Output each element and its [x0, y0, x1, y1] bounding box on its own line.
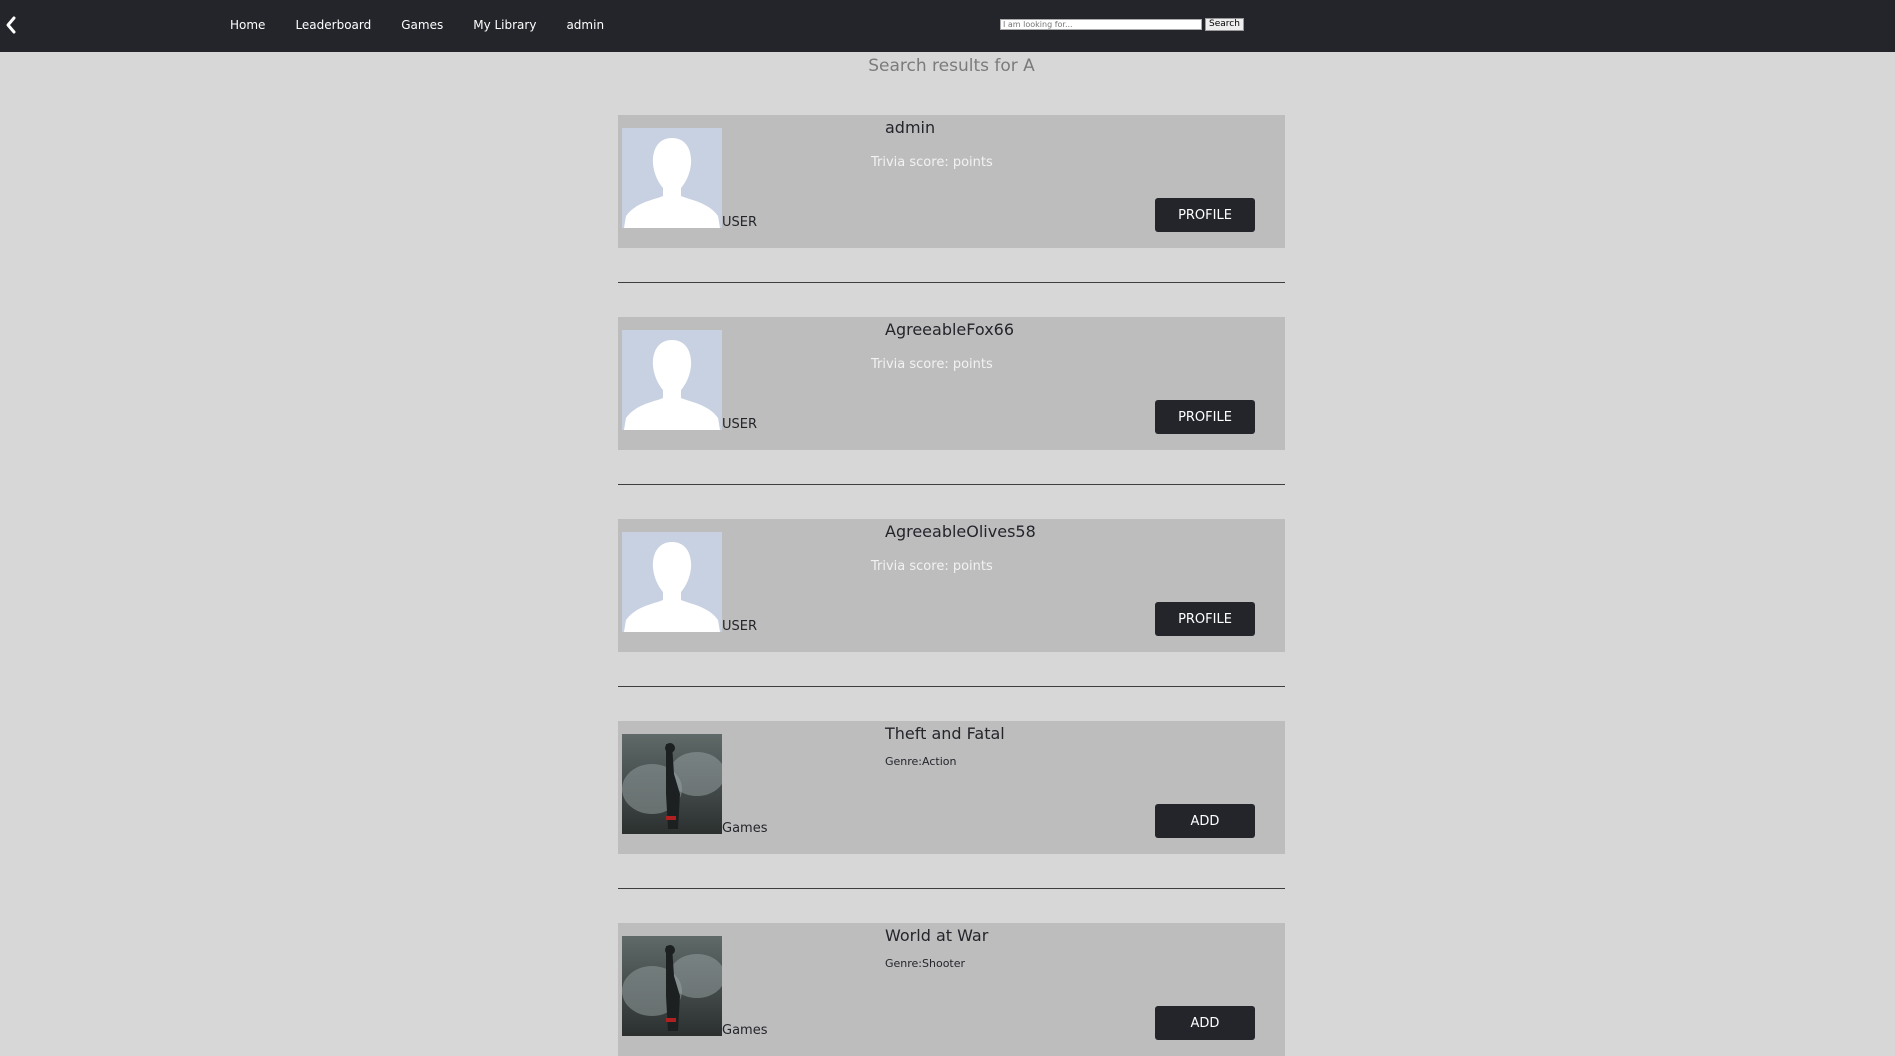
result-type-label: Games	[722, 821, 768, 836]
result-type-label: USER	[722, 619, 758, 634]
nav-links: Home Leaderboard Games My Library admin	[230, 18, 634, 32]
result-divider	[618, 282, 1285, 283]
result-name: Theft and Fatal	[885, 724, 1005, 743]
nav-link-my-library[interactable]: My Library	[473, 18, 536, 32]
add-button[interactable]: ADD	[1155, 804, 1255, 838]
result-type-label: USER	[722, 417, 758, 432]
result-name: AgreeableFox66	[885, 320, 1015, 339]
nav-link-leaderboard[interactable]: Leaderboard	[295, 18, 371, 32]
user-result-card: USER AgreeableFox66 Trivia score: points PR…	[618, 317, 1285, 450]
user-avatar	[622, 128, 722, 228]
profile-button[interactable]: PROFILE	[1155, 198, 1255, 232]
search-form: Search	[1000, 18, 1244, 31]
result-type-label: Games	[722, 1023, 768, 1038]
game-cover-image	[622, 734, 722, 834]
results-title: Search results for A	[868, 56, 1035, 76]
chevron-left-icon[interactable]	[3, 14, 19, 36]
result-name: admin	[885, 118, 936, 137]
result-divider	[618, 888, 1285, 889]
results-list: USER admin Trivia score: points PROFILE USER…	[618, 115, 1285, 1056]
user-result-card: USER AgreeableOlives58 Trivia score: point…	[618, 519, 1285, 652]
result-divider	[618, 686, 1285, 687]
result-name: AgreeableOlives58	[885, 522, 1036, 541]
search-button[interactable]: Search	[1205, 18, 1244, 31]
result-name: World at War	[885, 926, 989, 945]
search-input[interactable]	[1000, 19, 1202, 30]
result-divider	[618, 484, 1285, 485]
game-result-card: Games World at War Genre:Shooter ADD	[618, 923, 1285, 1056]
nav-link-home[interactable]: Home	[230, 18, 265, 32]
nav-link-games[interactable]: Games	[401, 18, 443, 32]
game-cover-image	[622, 936, 722, 1036]
trivia-score: Trivia score: points	[871, 357, 993, 372]
user-result-card: USER admin Trivia score: points PROFILE	[618, 115, 1285, 248]
top-navbar: Home Leaderboard Games My Library admin …	[0, 0, 1895, 52]
game-result-card: Games Theft and Fatal Genre:Action ADD	[618, 721, 1285, 854]
user-avatar	[622, 532, 722, 632]
result-type-label: USER	[722, 215, 758, 230]
game-genre: Genre:Action	[885, 755, 957, 768]
user-avatar	[622, 330, 722, 430]
profile-button[interactable]: PROFILE	[1155, 400, 1255, 434]
trivia-score: Trivia score: points	[871, 155, 993, 170]
add-button[interactable]: ADD	[1155, 1006, 1255, 1040]
profile-button[interactable]: PROFILE	[1155, 602, 1255, 636]
trivia-score: Trivia score: points	[871, 559, 993, 574]
nav-link-admin[interactable]: admin	[566, 18, 604, 32]
